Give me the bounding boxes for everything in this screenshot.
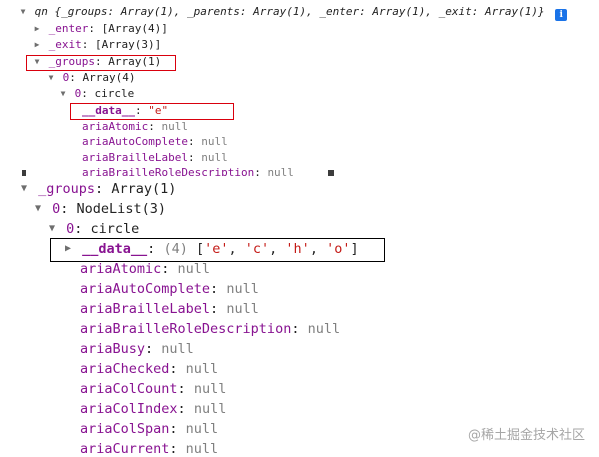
info-icon[interactable]: i (555, 9, 568, 21)
prop-value: null (161, 120, 188, 133)
prop-value: null (177, 261, 211, 277)
collapsed-triangle-icon[interactable]: ▶ (32, 38, 42, 52)
prop-key: ariaBusy (80, 341, 146, 357)
prop-value: null (161, 341, 194, 357)
prop-key: ariaBrailleLabel (80, 301, 211, 317)
prop-value: null (267, 166, 294, 176)
object-summary-row[interactable]: ▼ qn {_groups: Array(1), _parents: Array… (18, 5, 568, 21)
prop-key: ariaAutoComplete (80, 281, 211, 297)
prop-row: ariaBusy: null (80, 341, 194, 357)
prop-value: null (185, 361, 219, 377)
prop-row: ariaColIndex: null (80, 401, 227, 417)
prop-key: ariaBrailleLabel (82, 151, 188, 164)
prop-value: null (193, 381, 227, 397)
prop-key: ariaColCount (80, 381, 178, 397)
prop-row: ariaAtomic: null (80, 261, 211, 277)
prop-groups-row[interactable]: ▼ _groups: Array(1) (18, 179, 176, 199)
prop-row: ariaChecked: null (80, 361, 219, 377)
prop-key: ariaBrailleRoleDescription (82, 166, 255, 176)
prop-value: null (307, 321, 341, 337)
expand-triangle-icon[interactable]: ▼ (18, 5, 28, 19)
prop-key: ariaColSpan (80, 421, 170, 437)
prop-value: Array(1) (111, 181, 177, 197)
prop-key: _groups (38, 181, 96, 197)
object-preview: {_groups: Array(1), _parents: Array(1), … (54, 5, 545, 18)
prop-row: ariaBrailleLabel: null (80, 301, 259, 317)
prop-key: ariaCurrent (80, 441, 170, 457)
prop-row: ariaAtomic: null (82, 120, 188, 133)
expand-triangle-icon[interactable]: ▼ (18, 179, 30, 199)
prop-row: ariaBrailleRoleDescription: null (82, 166, 294, 176)
highlight-box-data (70, 103, 234, 120)
expand-triangle-icon[interactable]: ▼ (58, 87, 68, 101)
prop-key: ariaBrailleRoleDescription (80, 321, 292, 337)
prop-key: ariaChecked (80, 361, 170, 377)
prop-item0-row[interactable]: ▼ 0: NodeList(3) (32, 199, 166, 219)
expand-triangle-icon[interactable]: ▼ (46, 219, 58, 239)
prop-key: ariaAutoComplete (82, 135, 188, 148)
prop-value: null (185, 441, 219, 457)
prop-key: ariaColIndex (80, 401, 178, 417)
collapsed-triangle-icon[interactable]: ▶ (32, 22, 42, 36)
prop-key: ariaAtomic (82, 120, 149, 133)
highlight-box-groups (26, 55, 176, 71)
prop-value: Array(4) (82, 71, 136, 84)
object-name: qn (34, 5, 48, 18)
expand-triangle-icon[interactable]: ▼ (46, 71, 56, 85)
prop-value: null (201, 135, 228, 148)
prop-item0-row[interactable]: ▼ 0: Array(4) (46, 71, 136, 85)
prop-value: [Array(3)] (95, 38, 162, 51)
prop-value: null (226, 281, 259, 297)
prop-value: null (185, 421, 219, 437)
prop-row: ariaColSpan: null (80, 421, 219, 437)
prop-key: _exit (48, 38, 82, 51)
prop-row: ariaColCount: null (80, 381, 227, 397)
prop-value: null (193, 401, 227, 417)
prop-row: ariaCurrent: null (80, 441, 219, 457)
prop-exit-row[interactable]: ▶ _exit: [Array(3)] (32, 38, 162, 52)
prop-key: _enter (48, 22, 89, 35)
prop-item00-row[interactable]: ▼ 0: circle (46, 219, 139, 239)
prop-value: null (201, 151, 228, 164)
prop-value: NodeList(3) (76, 201, 166, 217)
prop-item00-row[interactable]: ▼ 0: circle (58, 87, 135, 101)
prop-row: ariaBrailleRoleDescription: null (80, 321, 341, 337)
prop-value: circle (94, 87, 135, 100)
watermark: @稀土掘金技术社区 (467, 428, 585, 443)
prop-value: null (226, 301, 259, 317)
prop-row: ariaBrailleLabel: null (82, 151, 228, 164)
prop-enter-row[interactable]: ▶ _enter: [Array(4)] (32, 22, 168, 36)
expand-triangle-icon[interactable]: ▼ (32, 199, 44, 219)
prop-row: ariaAutoComplete: null (82, 135, 228, 148)
prop-row: ariaAutoComplete: null (80, 281, 259, 297)
console-panel-bottom: ▼ _groups: Array(1) ▼ 0: NodeList(3) ▼ 0… (0, 176, 599, 457)
prop-value: [Array(4)] (101, 22, 168, 35)
prop-key: ariaAtomic (80, 261, 162, 277)
console-panel-top: ▼ qn {_groups: Array(1), _parents: Array… (0, 0, 599, 176)
prop-value: circle (90, 221, 140, 237)
